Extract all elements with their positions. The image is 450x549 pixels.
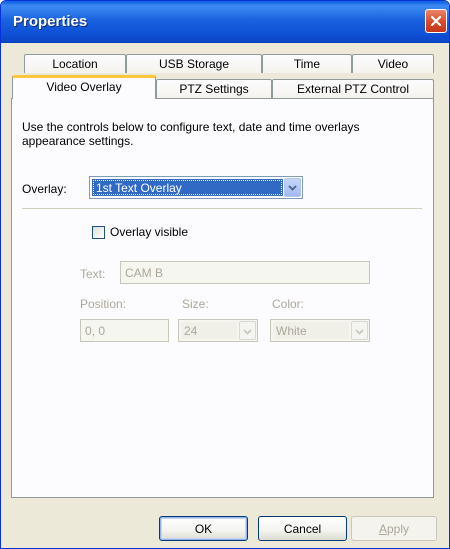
overlay-select[interactable]: 1st Text Overlay xyxy=(89,176,303,199)
size-select-value: 24 xyxy=(181,322,237,339)
ok-button[interactable]: OK xyxy=(159,516,248,541)
overlay-visible-label[interactable]: Overlay visible xyxy=(110,225,188,239)
panel-description: Use the controls below to configure text… xyxy=(22,120,360,148)
size-dropdown-button[interactable] xyxy=(239,321,256,340)
close-icon xyxy=(430,15,442,27)
close-button[interactable] xyxy=(425,9,447,33)
cancel-button[interactable]: Cancel xyxy=(258,516,347,541)
overlay-visible-checkbox[interactable] xyxy=(92,226,105,239)
color-select[interactable]: White xyxy=(270,319,370,342)
position-label: Position: xyxy=(80,297,127,311)
apply-button[interactable]: Apply xyxy=(351,516,437,541)
size-select[interactable]: 24 xyxy=(178,319,258,342)
size-label: Size: xyxy=(182,297,209,311)
overlay-select-value: 1st Text Overlay xyxy=(92,179,283,196)
chevron-down-icon xyxy=(288,182,297,194)
text-input[interactable]: CAM B xyxy=(120,261,370,284)
color-dropdown-button[interactable] xyxy=(351,321,368,340)
color-label: Color: xyxy=(272,297,305,311)
position-input[interactable]: 0, 0 xyxy=(80,319,169,342)
overlay-dropdown-button[interactable] xyxy=(284,178,301,197)
window-title: Properties xyxy=(13,13,88,30)
title-bar[interactable]: Properties xyxy=(1,1,449,43)
chevron-down-icon xyxy=(243,324,252,338)
chevron-down-icon xyxy=(355,324,364,338)
tab-ptz-settings[interactable]: PTZ Settings xyxy=(156,79,272,98)
tab-time[interactable]: Time xyxy=(262,54,352,73)
tab-external-ptz-control[interactable]: External PTZ Control xyxy=(272,79,434,98)
tab-video-overlay[interactable]: Video Overlay xyxy=(12,75,156,99)
video-overlay-panel: Use the controls below to configure text… xyxy=(11,98,434,498)
tab-usb-storage[interactable]: USB Storage xyxy=(126,54,262,73)
color-select-value: White xyxy=(273,322,349,339)
overlay-label: Overlay: xyxy=(22,182,67,196)
tab-video[interactable]: Video xyxy=(352,54,434,73)
section-divider xyxy=(22,208,422,209)
text-label: Text: xyxy=(80,267,106,281)
properties-dialog: Properties Location USB Storage Time Vid… xyxy=(0,0,450,549)
tab-location[interactable]: Location xyxy=(24,54,126,73)
